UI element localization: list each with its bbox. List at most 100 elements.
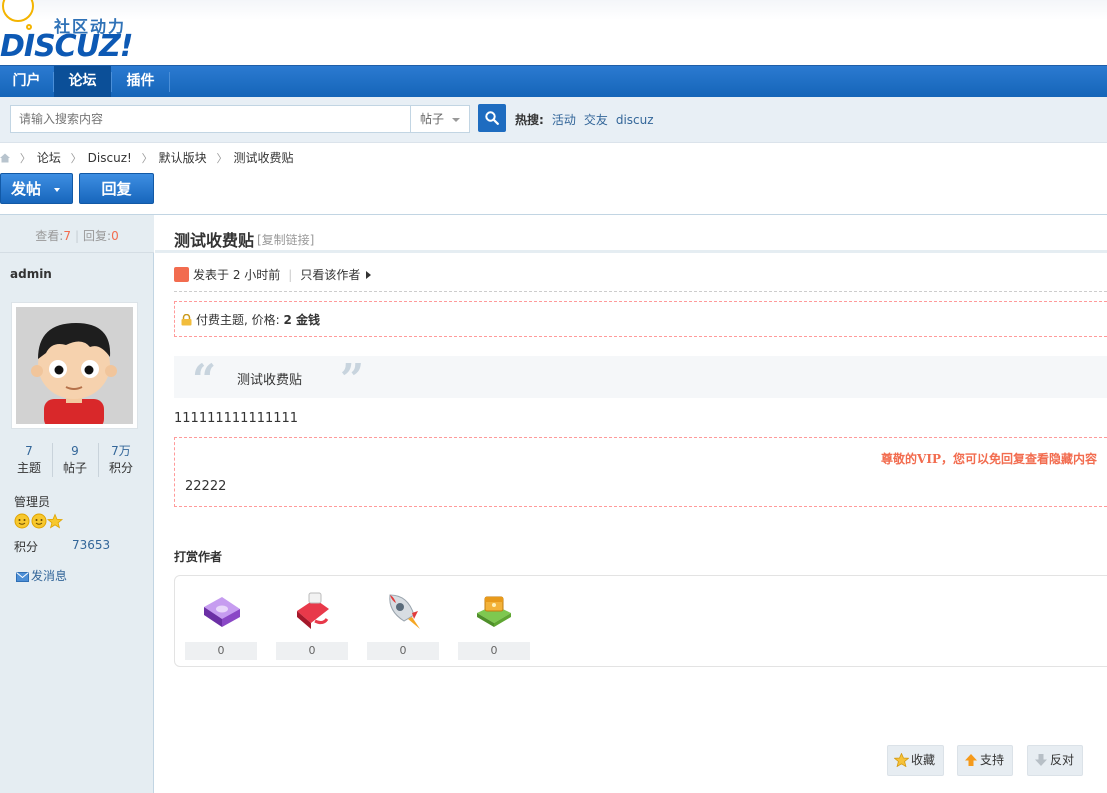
stat-label: 主题 — [16, 461, 41, 475]
chevron-down-icon — [452, 118, 460, 122]
support-button[interactable]: 支持 — [957, 745, 1014, 776]
replies-label: 回复: — [83, 229, 112, 243]
logo-bubble-icon — [2, 0, 34, 22]
arrow-down-icon — [1035, 754, 1047, 766]
avatar-image — [16, 307, 133, 424]
author-points: 积分 73653 — [14, 538, 134, 555]
gift-count: 0 — [367, 642, 439, 660]
stat-value: 7万 — [111, 444, 131, 458]
favorite-label: 收藏 — [911, 753, 936, 767]
hot-term-link[interactable]: discuz — [616, 113, 654, 127]
rank-sun-icon — [14, 513, 64, 529]
chevron-down-icon — [54, 188, 60, 192]
quote-text: 测试收费贴 — [237, 373, 303, 388]
reward-title: 打赏作者 — [174, 550, 223, 564]
quote-close-icon: ” — [340, 355, 365, 404]
star-icon — [893, 752, 910, 768]
user-group[interactable]: 管理员 — [14, 493, 50, 510]
post-time: 发表于 2 小时前 — [193, 268, 281, 282]
hot-search: 热搜: 活动 交友 discuz — [515, 111, 662, 128]
reward-panel: 0 0 0 0 — [174, 575, 1107, 667]
reply-button[interactable]: 回复 — [79, 173, 154, 204]
breadcrumb-separator: 〉 — [141, 152, 153, 165]
search-input[interactable] — [10, 105, 410, 133]
quote-open-icon: “ — [192, 355, 217, 404]
hidden-content-box: 尊敬的VIP，您可以免回复查看隐藏内容 22222 — [174, 437, 1107, 507]
gift-count: 0 — [276, 642, 348, 660]
breadcrumb-item[interactable]: 测试收费贴 — [233, 151, 293, 165]
book-gift-icon — [204, 597, 240, 627]
stat-value: 7 — [25, 444, 33, 458]
new-post-label: 发帖 — [11, 180, 42, 198]
breadcrumb-item[interactable]: Discuz! — [88, 151, 132, 165]
pay-label: 付费主题, 价格: — [196, 313, 284, 327]
site-logo[interactable]: 社区动力 DISCUZ! — [0, 0, 140, 64]
oppose-button[interactable]: 反对 — [1027, 745, 1084, 776]
stat-points[interactable]: 7万 积分 — [98, 443, 144, 477]
support-label: 支持 — [980, 753, 1005, 767]
stat-label: 积分 — [108, 461, 133, 475]
avatar[interactable] — [11, 302, 138, 429]
rank-stars — [14, 513, 64, 529]
arrow-up-icon — [965, 754, 977, 766]
envelope-icon — [16, 572, 29, 582]
search-type-select[interactable]: 帖子 — [410, 105, 470, 133]
gift-count: 0 — [185, 642, 257, 660]
vip-notice: 尊敬的VIP，您可以免回复查看隐藏内容 — [881, 452, 1097, 466]
reward-gift-rocket[interactable]: 0 — [367, 585, 439, 660]
logo-en-text: DISCUZ! — [0, 29, 133, 64]
stat-threads[interactable]: 7 主题 — [6, 443, 52, 477]
send-message-label: 发消息 — [31, 569, 68, 583]
breadcrumb-separator: 〉 — [70, 152, 82, 165]
breadcrumb: 〉论坛 〉 Discuz! 〉默认版块 〉测试收费贴 — [0, 149, 294, 167]
triangle-right-icon — [366, 271, 372, 279]
favorite-button[interactable]: 收藏 — [887, 745, 945, 776]
nav-item-portal[interactable]: 门户 — [0, 66, 53, 97]
author-online-icon — [174, 267, 189, 282]
search-button[interactable] — [478, 104, 506, 132]
thread-title: 测试收费贴 — [174, 231, 255, 250]
divider — [174, 291, 1107, 292]
only-author-link[interactable]: 只看该作者 — [300, 268, 360, 282]
breadcrumb-item[interactable]: 论坛 — [37, 151, 61, 165]
breadcrumb-item[interactable]: 默认版块 — [159, 151, 207, 165]
new-post-button[interactable]: 发帖 — [0, 173, 73, 204]
stat-label: 帖子 — [62, 461, 87, 475]
gift-count: 0 — [458, 642, 530, 660]
breadcrumb-separator: 〉 — [19, 152, 31, 165]
stats-divider: | — [74, 229, 80, 243]
home-icon[interactable] — [0, 153, 10, 163]
search-bar: 帖子 热搜: 活动交友 discuz — [0, 97, 1107, 143]
paid-thread-notice: 付费主题, 价格: 2 金钱 — [174, 301, 1107, 337]
send-message-link[interactable]: 发消息 — [16, 567, 67, 584]
post-meta: 发表于 2 小时前 | 只看该作者 — [174, 266, 372, 284]
hot-term-link[interactable]: 活动 — [552, 113, 576, 127]
author-name[interactable]: admin — [10, 267, 52, 281]
reward-gift-treasure[interactable]: 0 — [458, 585, 530, 660]
site-header: 社区动力 DISCUZ! — [0, 0, 1107, 65]
nav-divider — [169, 72, 170, 92]
nav-item-forum[interactable]: 论坛 — [54, 66, 111, 97]
copy-link-button[interactable]: [复制链接] — [257, 231, 314, 248]
rocket-gift-icon — [389, 594, 420, 629]
lock-icon — [181, 313, 192, 326]
main-nav: 门户 论坛 插件 — [0, 65, 1107, 97]
views-count: 7 — [63, 229, 71, 243]
flower-gift-icon — [297, 592, 329, 629]
author-stats: 7 主题 9 帖子 7万 积分 — [6, 443, 146, 479]
points-value[interactable]: 73653 — [72, 538, 110, 552]
hot-term-link[interactable]: 交友 — [584, 113, 608, 127]
thread-stats: 查看:7 | 回复:0 — [0, 215, 154, 253]
stat-posts[interactable]: 9 帖子 — [52, 443, 98, 477]
hot-search-label: 热搜: — [515, 113, 544, 127]
reward-gift-book[interactable]: 0 — [185, 585, 257, 660]
thread-title-bar: 测试收费贴 [复制链接] — [155, 215, 1107, 253]
search-type-label: 帖子 — [420, 112, 445, 126]
meta-divider: | — [288, 268, 293, 282]
post-body: 111111111111111 — [174, 411, 299, 426]
points-label: 积分 — [14, 540, 39, 554]
post-quote: “ 测试收费贴 ” — [174, 356, 1107, 404]
hidden-content-text: 22222 — [185, 479, 227, 494]
nav-item-plugin[interactable]: 插件 — [112, 66, 169, 97]
reward-gift-flower[interactable]: 0 — [276, 585, 348, 660]
